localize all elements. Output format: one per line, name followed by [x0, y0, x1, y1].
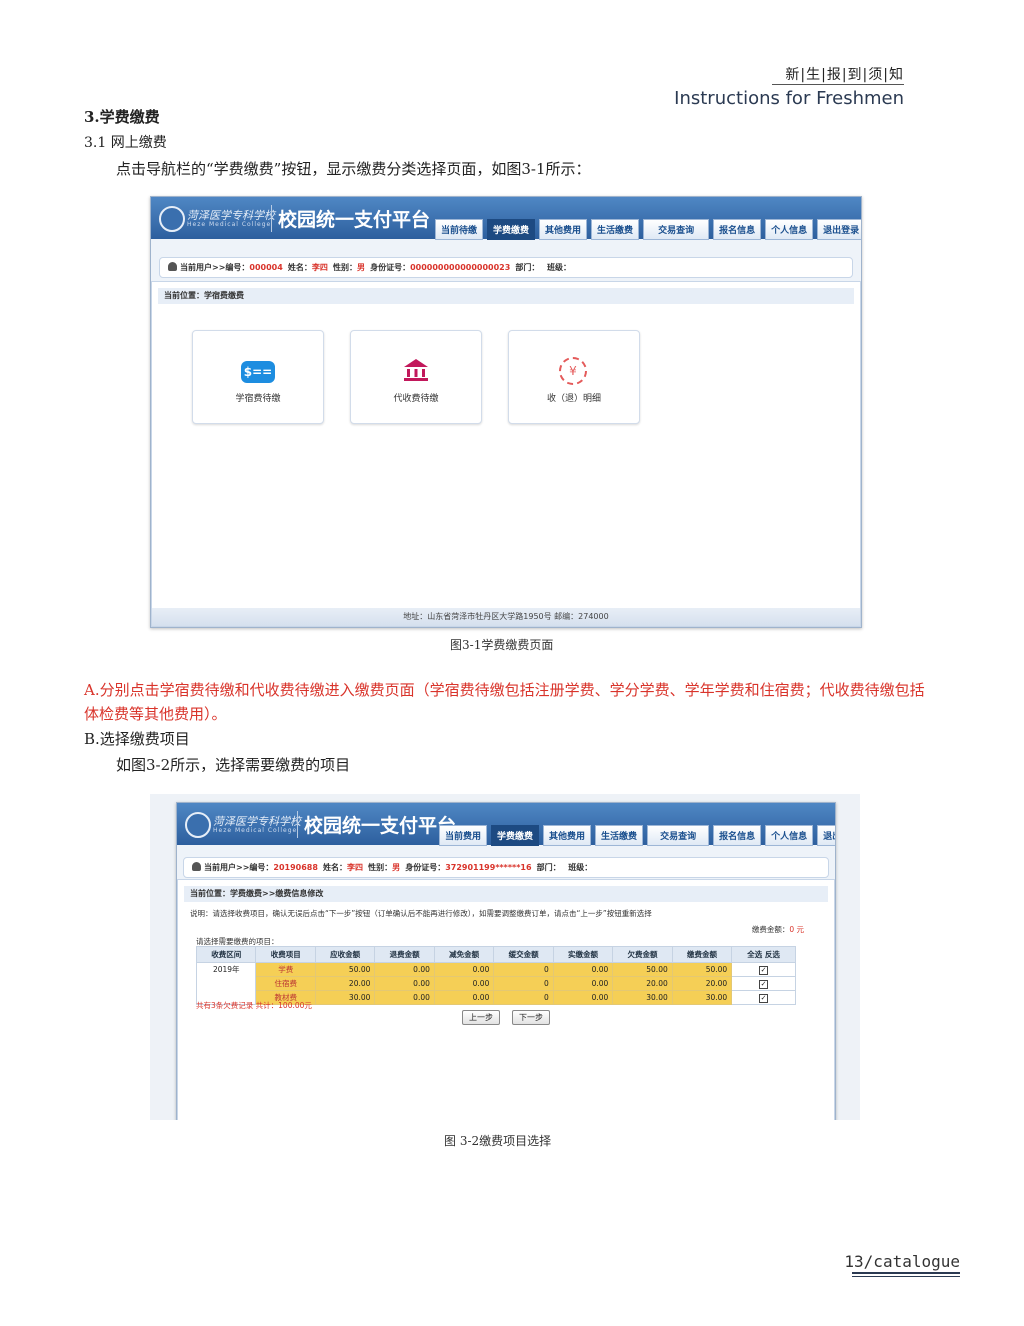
bank-icon [404, 359, 428, 381]
user-icon [192, 862, 201, 871]
portal-banner: 菏泽医学专科学校 Heze Medical College 校园统一支付平台 当… [151, 197, 861, 240]
col-item: 收费项目 [255, 946, 316, 963]
user-info-bar: 当前用户>>编号：20190688 姓名：李四 性别：男 身份证号：372901… [183, 857, 829, 878]
fee-items-table: 收费区间 收费项目 应收金额 退费金额 减免金额 缓交金额 实缴金额 欠费金额 … [195, 946, 796, 1005]
system-title: 校园统一支付平台 [297, 811, 456, 838]
col-period: 收费区间 [195, 946, 257, 963]
payment-total-value: 0 元 [789, 925, 804, 934]
col-waiver: 减免金额 [433, 946, 495, 963]
header-title-en: Instructions for Freshmen [674, 88, 904, 109]
header-title-cn: 新|生|报|到|须|知 [785, 67, 904, 83]
school-logo-icon [159, 206, 185, 232]
nav-registration-info[interactable]: 报名信息 [713, 219, 762, 240]
user-icon [168, 262, 177, 271]
user-id: 20190688 [273, 863, 318, 872]
payment-total: 缴费金额：0 元 [751, 925, 804, 934]
user-idcard: 000000000000000023 [410, 263, 511, 272]
nav-transaction-query[interactable]: 交易查询 [643, 219, 710, 240]
instruction-note: 说明：请选择收费项目，确认无误后点击“下一步”按钮（订单确认后不能再进行修改），… [190, 909, 652, 918]
table-row: 2019年 学费 50.00 0.00 0.00 0 0.00 50.00 50… [195, 962, 796, 1005]
figure1-screenshot: 菏泽医学专科学校 Heze Medical College 校园统一支付平台 当… [150, 196, 862, 628]
school-name-en: Heze Medical College [187, 221, 272, 228]
user-gender: 男 [392, 863, 401, 872]
content-area: 当前位置：学费缴费>>缴费信息修改 说明：请选择收费项目，确认无误后点击“下一步… [177, 879, 835, 1120]
nav-registration-info[interactable]: 报名信息 [713, 825, 762, 846]
row-checkbox[interactable]: ✓ [759, 979, 769, 989]
intro-paragraph: 点击导航栏的“学费缴费”按钮，显示缴费分类选择页面，如图3-1所示： [116, 160, 591, 178]
next-step-button[interactable]: 下一步 [512, 1010, 550, 1025]
section-subheading: 3.1 网上缴费 [84, 135, 167, 151]
period-cell: 2019年 [195, 962, 257, 1005]
table-row: 住宿费 20.00 0.00 0.00 0 0.00 20.00 20.00 ✓ [197, 976, 796, 991]
system-title: 校园统一支付平台 [271, 205, 430, 232]
figure2-screenshot: 菏泽医学专科学校 Heze Medical College 校园统一支付平台 当… [150, 794, 860, 1120]
table-header-row: 收费区间 收费项目 应收金额 退费金额 减免金额 缓交金额 实缴金额 欠费金额 … [195, 946, 796, 963]
school-logo-icon [185, 812, 211, 838]
content-area: 当前位置：学宿费缴费 $== 学宿费待缴 代收费待缴 ¥ 收（退）明细 地址：山… [151, 281, 861, 627]
page-number: 13/catalogue [844, 1252, 960, 1271]
user-gender: 男 [357, 263, 365, 272]
col-select-all[interactable]: 全选 反选 [731, 946, 796, 963]
nav-logout[interactable]: 退出登录 [817, 825, 835, 846]
nav-logout[interactable]: 退出登录 [817, 219, 861, 240]
school-name-en: Heze Medical College [213, 827, 298, 834]
col-refund: 退费金额 [374, 946, 435, 963]
header-rule [772, 84, 904, 85]
col-pay: 缴费金额 [671, 946, 733, 963]
main-nav: 当前费用 学费缴费 其他费用 生活缴费 交易查询 报名信息 个人信息 退出登录 [439, 825, 835, 846]
figure1-caption: 图3-1学费缴费页面 [450, 638, 554, 652]
page-number-rule [852, 1272, 960, 1274]
user-idcard: 372901199******16 [445, 863, 532, 872]
card-label: 收（退）明细 [546, 394, 601, 404]
nav-tuition-payment[interactable]: 学费缴费 [487, 219, 536, 240]
page-number-rule [852, 1276, 960, 1277]
step-b-heading: B.选择缴费项目 [84, 730, 190, 748]
user-info-bar: 当前用户>>编号：000004 姓名：李四 性别：男 身份证号：00000000… [159, 257, 853, 278]
card-refund-details[interactable]: ¥ 收（退）明细 [508, 330, 640, 424]
card-tuition-due[interactable]: $== 学宿费待缴 [192, 330, 324, 424]
row-checkbox[interactable]: ✓ [759, 993, 769, 1003]
dollar-icon: $== [241, 361, 275, 383]
main-nav: 当前待缴 学费缴费 其他费用 生活缴费 交易查询 报名信息 个人信息 退出登录 [435, 219, 861, 240]
nav-other-fees[interactable]: 其他费用 [543, 825, 592, 846]
card-agency-fee-due[interactable]: 代收费待缴 [350, 330, 482, 424]
nav-other-fees[interactable]: 其他费用 [539, 219, 588, 240]
nav-current-fees[interactable]: 当前费用 [439, 825, 488, 846]
portal-footer: 地址：山东省菏泽市牡丹区大学路1950号 邮编：274000 [152, 608, 860, 626]
breadcrumb: 当前位置：学宿费缴费 [158, 288, 854, 304]
nav-current-due[interactable]: 当前待缴 [435, 219, 484, 240]
yuan-coin-icon: ¥ [559, 357, 587, 385]
col-paid: 实缴金额 [552, 946, 614, 963]
user-name: 李四 [311, 263, 328, 272]
row-checkbox[interactable]: ✓ [759, 965, 769, 975]
card-label: 学宿费待缴 [235, 394, 281, 404]
prev-step-button[interactable]: 上一步 [462, 1010, 500, 1025]
nav-living-payment[interactable]: 生活缴费 [591, 219, 640, 240]
step-a-text: A.分别点击学宿费待缴和代收费待缴进入缴费页面（学宿费待缴包括注册学费、学分学费… [84, 681, 925, 723]
nav-personal-info[interactable]: 个人信息 [765, 219, 814, 240]
nav-tuition-payment[interactable]: 学费缴费 [491, 825, 540, 846]
figure2-caption: 图 3-2缴费项目选择 [444, 1134, 552, 1148]
portal-banner: 菏泽医学专科学校 Heze Medical College 校园统一支付平台 当… [177, 803, 835, 846]
user-id: 000004 [249, 263, 283, 272]
col-owed: 欠费金额 [612, 946, 673, 963]
nav-personal-info[interactable]: 个人信息 [765, 825, 814, 846]
col-deferred: 缓交金额 [493, 946, 554, 963]
nav-living-payment[interactable]: 生活缴费 [595, 825, 644, 846]
nav-transaction-query[interactable]: 交易查询 [647, 825, 710, 846]
arrears-summary: 共有3条欠费记录 共计：100.00元 [196, 1001, 312, 1010]
section-heading: 3.学费缴费 [84, 108, 160, 126]
breadcrumb: 当前位置：学费缴费>>缴费信息修改 [184, 886, 828, 902]
col-due: 应收金额 [314, 946, 376, 963]
user-name: 李四 [347, 863, 364, 872]
step-b-description: 如图3-2所示，选择需要缴费的项目 [116, 756, 351, 774]
card-label: 代收费待缴 [393, 394, 439, 404]
